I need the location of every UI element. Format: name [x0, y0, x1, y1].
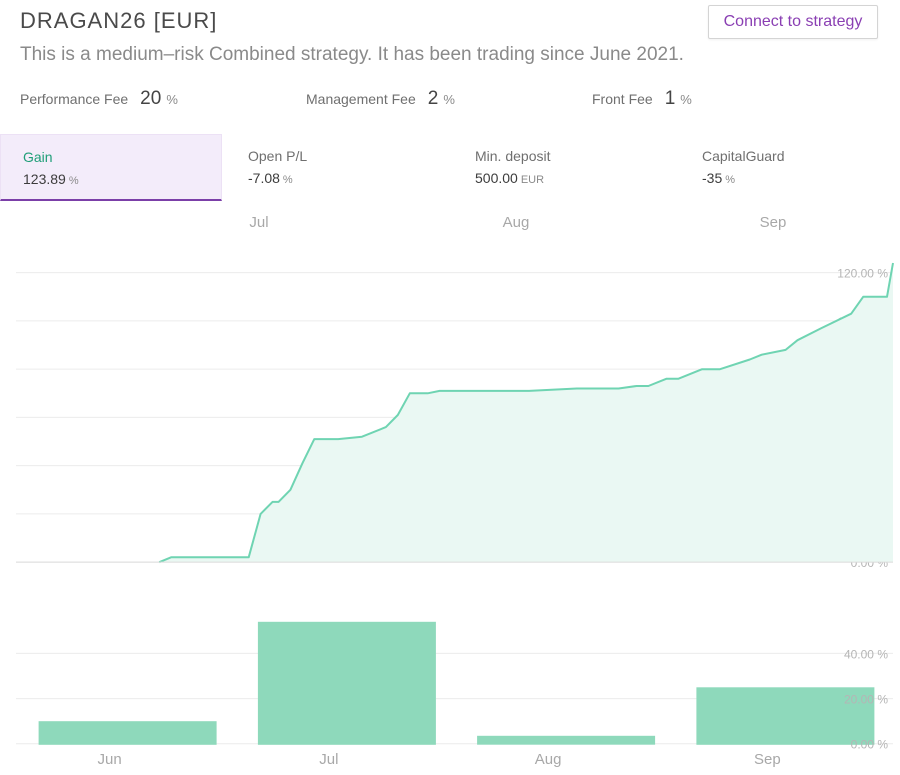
management-fee-unit: % [443, 92, 455, 107]
management-fee-value: 2 [427, 88, 439, 109]
bar-x-tick-label: Jul [319, 751, 338, 768]
strategy-title: DRAGAN26 [EUR] [20, 8, 218, 33]
monthly-gain-bar-chart: Jun Jul Aug Sep 0.00 % 20.00 % 40.00 % [16, 621, 893, 768]
bar-x-tick-label: Aug [535, 751, 562, 768]
tab-gain[interactable]: Gain 123.89% [0, 134, 222, 201]
tab-gain-value: 123.89 [23, 171, 66, 187]
gain-x-tick-label: Aug [503, 214, 530, 231]
tab-capitalguard[interactable]: CapitalGuard -35% [680, 134, 900, 201]
gain-x-tick-label: Sep [760, 214, 787, 231]
tab-gain-label: Gain [23, 149, 53, 165]
gain-line-chart: 0.00 %20.00 %40.00 %60.00 %80.00 %100.00… [16, 214, 894, 570]
tab-min-deposit-value: 500.00 [475, 170, 518, 186]
tab-capitalguard-unit: % [725, 174, 736, 186]
performance-fee-value: 20 [140, 88, 162, 109]
tab-min-deposit-label: Min. deposit [475, 148, 551, 164]
tab-min-deposit[interactable]: Min. deposit 500.00 EUR [453, 134, 675, 201]
tab-open-pl-unit: % [282, 174, 293, 186]
tab-min-deposit-unit: EUR [520, 174, 545, 186]
gain-area-fill [159, 263, 893, 563]
bar-y-tick-label: 20.00 % [844, 693, 888, 707]
tab-open-pl-label: Open P/L [248, 148, 308, 164]
performance-fee-unit: % [166, 92, 178, 107]
tab-capitalguard-label: CapitalGuard [702, 148, 785, 164]
bar-jun [38, 721, 217, 745]
gain-x-tick-label: Jul [249, 214, 268, 231]
front-fee: Front Fee 1 % [592, 88, 692, 110]
bar-y-tick-label: 40.00 % [844, 647, 888, 661]
gain-y-tick-label: 120.00 % [837, 267, 888, 281]
management-fee-label: Management Fee [306, 91, 416, 107]
bar-x-tick-label: Sep [754, 751, 781, 768]
bar-x-tick-label: Jun [98, 751, 122, 768]
bar-aug [477, 735, 656, 745]
front-fee-label: Front Fee [592, 91, 653, 107]
performance-fee-label: Performance Fee [20, 91, 129, 107]
metric-tabs: Gain 123.89% Open P/L -7.08% Min. deposi… [0, 134, 900, 202]
bar-y-tick-label: 0.00 % [851, 738, 889, 752]
front-fee-unit: % [680, 92, 692, 107]
tab-capitalguard-value: -35 [702, 170, 723, 186]
strategy-page: DRAGAN26 [EUR] Connect to strategy This … [0, 0, 900, 775]
strategy-description: This is a medium–risk Combined strategy.… [20, 44, 684, 65]
tab-gain-unit: % [68, 175, 79, 187]
front-fee-value: 1 [664, 88, 676, 109]
connect-to-strategy-button[interactable]: Connect to strategy [708, 5, 878, 39]
tab-open-pl[interactable]: Open P/L -7.08% [226, 134, 448, 201]
charts-area: 0.00 %20.00 %40.00 %60.00 %80.00 %100.00… [16, 214, 894, 768]
tab-open-pl-value: -7.08 [248, 170, 280, 186]
bar-jul [257, 621, 436, 745]
performance-fee: Performance Fee 20 % [20, 88, 178, 110]
management-fee: Management Fee 2 % [306, 88, 455, 110]
